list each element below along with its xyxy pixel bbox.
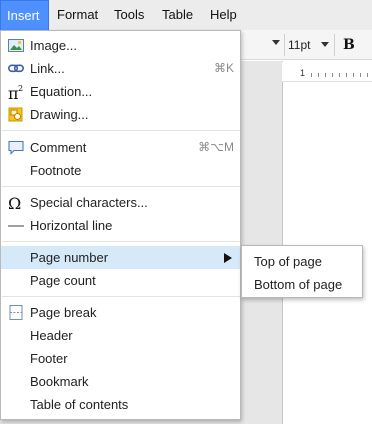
ruler-tick: [367, 73, 368, 77]
menu-item-horizontal-line[interactable]: Horizontal line: [1, 214, 240, 237]
menu-format[interactable]: Format: [51, 0, 104, 30]
toolbar-divider: [334, 34, 335, 56]
menu-item-label: Equation...: [30, 84, 93, 99]
submenu-arrow-icon: [224, 253, 232, 263]
menu-item-label: Page number: [30, 250, 109, 265]
menu-item-label: Bookmark: [30, 374, 89, 389]
menu-item-equation[interactable]: π 2 Equation...: [1, 80, 240, 103]
ruler-number: 1: [300, 68, 306, 78]
menu-item-label: Page count: [30, 273, 96, 288]
drawing-icon: [8, 107, 24, 122]
submenu-item-label: Top of page: [254, 254, 322, 269]
menu-item-image[interactable]: Image...: [1, 34, 240, 57]
svg-text:π: π: [8, 84, 19, 101]
menu-item-drawing[interactable]: Drawing...: [1, 103, 240, 126]
font-size-arrow-icon[interactable]: [321, 42, 329, 47]
page-number-submenu: Top of page Bottom of page: [241, 245, 363, 298]
style-dropdown-arrow-icon[interactable]: [272, 40, 280, 45]
menu-item-label: Special characters...: [30, 195, 148, 210]
menu-item-label: Link...: [30, 61, 65, 76]
menu-item-page-count[interactable]: Page count: [1, 269, 240, 292]
menu-item-table-of-contents[interactable]: Table of contents: [1, 393, 240, 416]
ruler-tick: [339, 73, 340, 77]
menu-tools[interactable]: Tools: [108, 0, 150, 30]
ruler-tick: [311, 73, 312, 77]
ruler-tick: [325, 73, 326, 77]
ruler-tick: [360, 73, 361, 77]
menu-item-label: Image...: [30, 38, 77, 53]
menu-separator: [2, 241, 240, 242]
shortcut-hint: ⌘K: [213, 61, 234, 75]
document-page[interactable]: [282, 61, 372, 424]
submenu-item-bottom-of-page[interactable]: Bottom of page: [242, 273, 362, 296]
menu-item-link[interactable]: Link... ⌘K: [1, 57, 240, 80]
font-size-dropdown[interactable]: 11pt: [288, 36, 310, 54]
insert-menu: Image... Link... ⌘K π 2 Equation... Draw…: [0, 30, 241, 420]
ruler-tick: [353, 73, 354, 77]
menu-item-footnote[interactable]: Footnote: [1, 159, 240, 182]
menu-insert[interactable]: Insert: [0, 0, 49, 31]
menu-item-label: Comment: [30, 140, 87, 155]
omega-icon: Ω: [8, 194, 24, 213]
ruler: [282, 62, 372, 82]
menu-item-header[interactable]: Header: [1, 324, 240, 347]
shortcut-hint: ⌘⌥M: [198, 140, 234, 154]
horizontal-line-icon: [8, 218, 24, 233]
menu-item-label: Footnote: [30, 163, 82, 178]
menu-item-footer[interactable]: Footer: [1, 347, 240, 370]
ruler-tick: [332, 73, 333, 77]
menu-item-label: Footer: [30, 351, 68, 366]
menu-item-page-number[interactable]: Page number: [1, 246, 240, 269]
page-break-icon: [8, 305, 24, 320]
ruler-tick: [346, 73, 347, 77]
menu-table[interactable]: Table: [156, 0, 199, 30]
svg-text:2: 2: [18, 84, 23, 93]
menu-separator: [2, 186, 240, 187]
menu-item-label: Drawing...: [30, 107, 89, 122]
menu-separator: [2, 296, 240, 297]
menu-item-page-break[interactable]: Page break: [1, 301, 240, 324]
menu-bar: Insert Format Tools Table Help: [0, 0, 372, 31]
image-icon: [8, 38, 24, 53]
menu-item-label: Horizontal line: [30, 218, 113, 233]
link-icon: [8, 61, 24, 76]
submenu-item-label: Bottom of page: [254, 277, 343, 292]
submenu-item-top-of-page[interactable]: Top of page: [242, 250, 362, 273]
menu-separator: [2, 130, 240, 131]
menu-item-label: Page break: [30, 305, 97, 320]
pi-squared-icon: π 2: [8, 84, 24, 103]
comment-icon: [8, 140, 24, 155]
menu-item-bookmark[interactable]: Bookmark: [1, 370, 240, 393]
menu-item-special-characters[interactable]: Ω Special characters...: [1, 191, 240, 214]
menu-item-comment[interactable]: Comment ⌘⌥M: [1, 136, 240, 159]
ruler-tick: [318, 73, 319, 77]
svg-text:Ω: Ω: [8, 195, 21, 211]
menu-item-label: Header: [30, 328, 73, 343]
toolbar-divider: [284, 34, 285, 56]
docs-window: 11pt B 1 Insert Format Tools Table Help: [0, 0, 372, 424]
menu-help[interactable]: Help: [204, 0, 243, 30]
menu-item-label: Table of contents: [30, 397, 129, 412]
bold-button[interactable]: B: [343, 36, 355, 54]
